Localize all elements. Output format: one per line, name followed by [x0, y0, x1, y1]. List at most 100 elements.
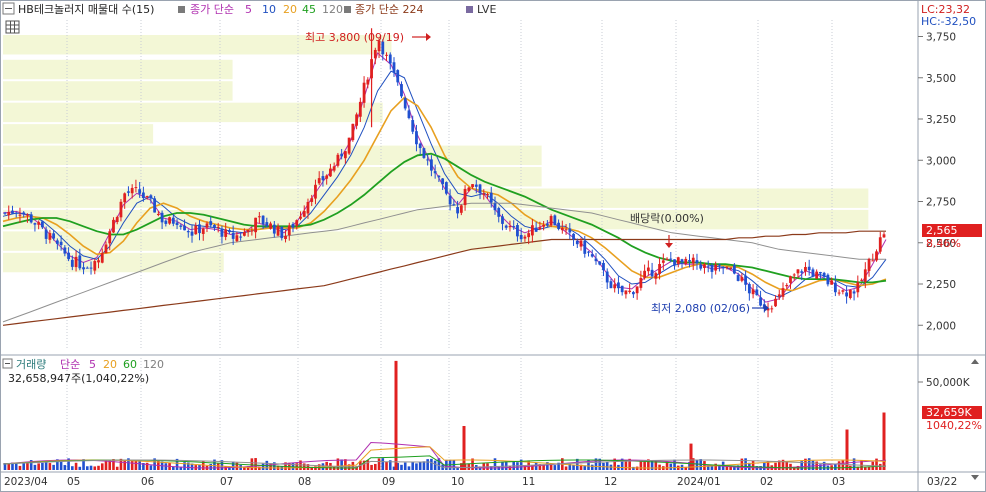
candle-body — [231, 232, 235, 239]
candle-body — [811, 269, 815, 277]
candle-body — [149, 195, 153, 199]
volume-bar — [605, 461, 609, 470]
candle-body — [770, 308, 774, 310]
volume-bar — [63, 465, 67, 470]
candle-body — [463, 188, 467, 206]
candle-body — [415, 131, 418, 145]
volume-spike — [394, 360, 398, 470]
candle-body — [100, 253, 104, 263]
candle-body — [542, 225, 546, 227]
candle-body — [654, 273, 658, 279]
candle-body — [82, 267, 85, 270]
candle-body — [366, 79, 370, 85]
volume-bar — [572, 464, 575, 470]
volume-profile-box — [3, 124, 154, 144]
candle-body — [396, 70, 400, 83]
candle-body — [575, 240, 579, 245]
volume-bar — [426, 459, 429, 470]
candle-body — [639, 278, 643, 288]
candle-body — [789, 276, 792, 283]
candle-body — [710, 265, 714, 272]
volume-bar — [370, 464, 373, 470]
volume-bar — [385, 461, 388, 470]
candle-body — [598, 261, 602, 265]
candle-body — [123, 193, 127, 203]
candle-body — [785, 285, 789, 287]
candle-body — [336, 154, 340, 166]
volume-spike — [689, 443, 693, 470]
candle-body — [55, 240, 59, 244]
volume-bar — [643, 461, 646, 470]
candle-body — [269, 223, 272, 229]
candle-body — [112, 219, 115, 233]
candle-body — [373, 49, 377, 59]
volume-bar — [261, 463, 265, 470]
candle-body — [796, 269, 800, 274]
volume-bar — [216, 463, 220, 470]
candle-body — [351, 123, 355, 141]
candle-body — [747, 284, 751, 294]
volume-bar — [85, 466, 89, 470]
candle-body — [3, 212, 7, 214]
candle-body — [572, 233, 575, 240]
ma-legend-marker — [178, 6, 185, 13]
candle-body — [508, 226, 512, 228]
candle-body — [852, 291, 856, 294]
candle-body — [863, 269, 867, 282]
volume-bar — [575, 458, 579, 470]
candle-body — [7, 212, 11, 216]
candle-body — [527, 233, 531, 238]
candle-body — [833, 282, 837, 293]
volume-bar — [100, 463, 104, 470]
candle-body — [400, 84, 403, 97]
volume-profile-box — [3, 145, 542, 166]
candle-body — [265, 222, 269, 227]
volume-bar — [673, 459, 676, 470]
volume-bar — [411, 462, 415, 470]
candle-body — [201, 228, 205, 234]
volume-bar — [26, 462, 29, 470]
candle-body — [444, 182, 448, 194]
candle-body — [736, 275, 740, 281]
stock-chart: 2,0002,2502,5002,7503,0003,2503,5003,750… — [0, 0, 986, 492]
table-icon[interactable] — [5, 20, 20, 34]
volume-bar — [41, 462, 44, 470]
candle-body — [160, 212, 164, 223]
candle-body — [130, 187, 134, 194]
date-tick-label: 06 — [141, 476, 155, 488]
candle-body — [89, 267, 93, 269]
candle-body — [441, 178, 445, 185]
high-annotation: 최고 3,800 (09/19) — [305, 31, 404, 44]
volume-bar — [415, 463, 418, 470]
candle-body — [392, 62, 396, 73]
candle-body — [26, 214, 29, 216]
candle-body — [261, 215, 265, 225]
candle-body — [568, 228, 572, 233]
volume-bar — [834, 463, 837, 470]
candle-body — [104, 244, 108, 254]
candle-body — [59, 241, 63, 246]
candle-body — [295, 220, 299, 226]
candle-body — [560, 227, 564, 231]
candle-body — [456, 206, 459, 214]
candle-body — [523, 236, 527, 239]
candle-body — [108, 231, 112, 244]
candle-body — [493, 203, 497, 211]
volume-bar — [433, 460, 437, 470]
ma-legend-10: 10 — [262, 3, 276, 16]
candle-body — [321, 176, 325, 181]
candle-body — [706, 266, 710, 268]
candle-body — [284, 236, 287, 240]
candle-body — [721, 267, 725, 269]
candle-body — [224, 229, 228, 237]
candle-body — [239, 236, 243, 238]
candle-body — [426, 159, 430, 161]
candle-body — [504, 225, 508, 228]
candle-body — [280, 226, 284, 239]
candle-body — [549, 216, 553, 226]
candle-body — [433, 171, 437, 174]
volume-bar — [841, 460, 845, 470]
candle-body — [18, 214, 22, 216]
volume-bar — [149, 465, 153, 470]
candle-body — [695, 260, 699, 264]
